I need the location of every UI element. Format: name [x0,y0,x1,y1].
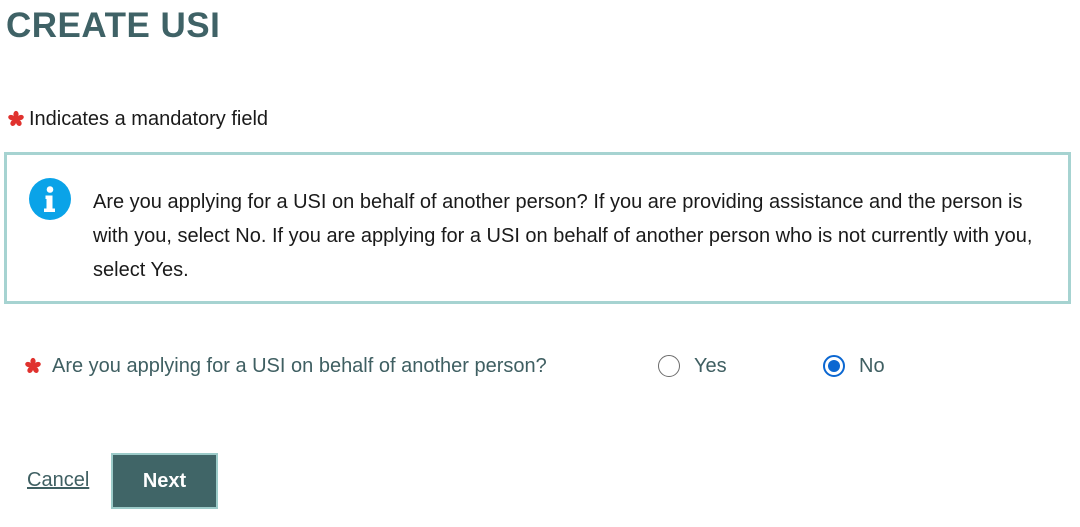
required-asterisk-icon [7,110,25,128]
radio-yes-label[interactable]: Yes [694,353,727,379]
radio-option-yes[interactable]: Yes [658,350,727,382]
question-label: Are you applying for a USI on behalf of … [52,355,547,377]
radio-no-label[interactable]: No [859,353,885,379]
next-button[interactable]: Next [111,453,218,509]
mandatory-note-text: Indicates a mandatory field [29,108,269,130]
required-asterisk-icon [24,357,42,375]
radio-option-no[interactable]: No [823,350,885,382]
mandatory-note: Indicates a mandatory field [7,106,268,132]
page-title: CREATE USI [6,6,221,45]
radio-yes[interactable] [658,355,680,377]
info-message: Are you applying for a USI on behalf of … [93,191,1033,281]
cancel-link[interactable]: Cancel [27,467,89,493]
radio-no[interactable] [823,355,845,377]
info-box: Are you applying for a USI on behalf of … [4,152,1071,304]
info-icon [28,177,72,221]
question-row: Are you applying for a USI on behalf of … [24,350,547,382]
